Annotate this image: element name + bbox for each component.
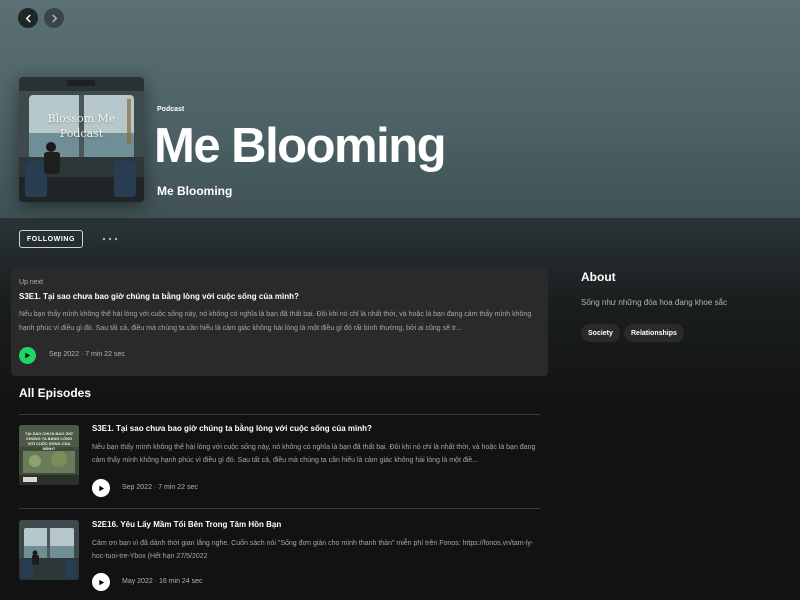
episode-thumbnail[interactable]: [19, 520, 79, 580]
more-options-button[interactable]: [101, 230, 119, 248]
episode-play-button[interactable]: [92, 573, 110, 591]
about-description: Sống như những đóa hoa đang khoe sắc: [581, 298, 727, 307]
play-icon: [98, 485, 104, 491]
up-next-play-button[interactable]: [19, 347, 36, 364]
following-button[interactable]: FOLLOWING: [19, 230, 83, 248]
episode-description: Nếu bạn thấy mình không thể hài lòng với…: [92, 444, 536, 464]
episode-thumbnail-text: TẠI SAO CHƯA BAO GIỜ CHÚNG TA BẰNG LÒNG …: [25, 431, 73, 451]
episode-description: Cảm ơn bạn vì đã dành thời gian lắng ngh…: [92, 540, 534, 560]
episode-title[interactable]: S2E16. Yêu Lấy Mầm Tối Bên Trong Tâm Hồn…: [92, 520, 281, 529]
episode-meta: May 2022 · 16 min 24 sec: [122, 578, 203, 585]
forward-button[interactable]: [44, 8, 64, 28]
publisher-link[interactable]: Me Blooming: [157, 184, 232, 198]
show-type-label: Podcast: [157, 106, 185, 113]
up-next-description: Nếu bạn thấy mình không thể hài lòng với…: [19, 311, 532, 332]
episode-meta: Sep 2022 · 7 min 22 sec: [122, 484, 198, 491]
more-horizontal-icon: [102, 237, 118, 241]
episode-play-button[interactable]: [92, 479, 110, 497]
divider: [19, 414, 540, 415]
podcast-cover: Blossom Me Podcast: [19, 77, 144, 202]
episode-title[interactable]: S3E1. Tại sao chưa bao giờ chúng ta bằng…: [92, 424, 372, 433]
about-heading: About: [581, 270, 616, 284]
play-icon: [98, 579, 104, 585]
back-button[interactable]: [18, 8, 38, 28]
up-next-card[interactable]: Up next S3E1. Tại sao chưa bao giờ chúng…: [11, 268, 548, 376]
all-episodes-heading: All Episodes: [19, 386, 92, 400]
tag-society[interactable]: Society: [581, 324, 620, 342]
episode-thumbnail[interactable]: TẠI SAO CHƯA BAO GIỜ CHÚNG TA BẰNG LÒNG …: [19, 425, 79, 485]
divider: [19, 508, 540, 509]
episode-thumbnail-art: [19, 520, 79, 580]
cover-title: Blossom Me Podcast: [47, 112, 116, 140]
up-next-label: Up next: [19, 279, 44, 286]
tag-relationships[interactable]: Relationships: [624, 324, 684, 342]
chevron-right-icon: [51, 14, 57, 22]
play-icon: [25, 352, 31, 359]
chevron-left-icon: [25, 14, 31, 22]
up-next-title[interactable]: S3E1. Tại sao chưa bao giờ chúng ta bằng…: [19, 292, 299, 301]
up-next-meta: Sep 2022 · 7 min 22 sec: [49, 351, 125, 358]
show-title: Me Blooming: [154, 119, 447, 173]
